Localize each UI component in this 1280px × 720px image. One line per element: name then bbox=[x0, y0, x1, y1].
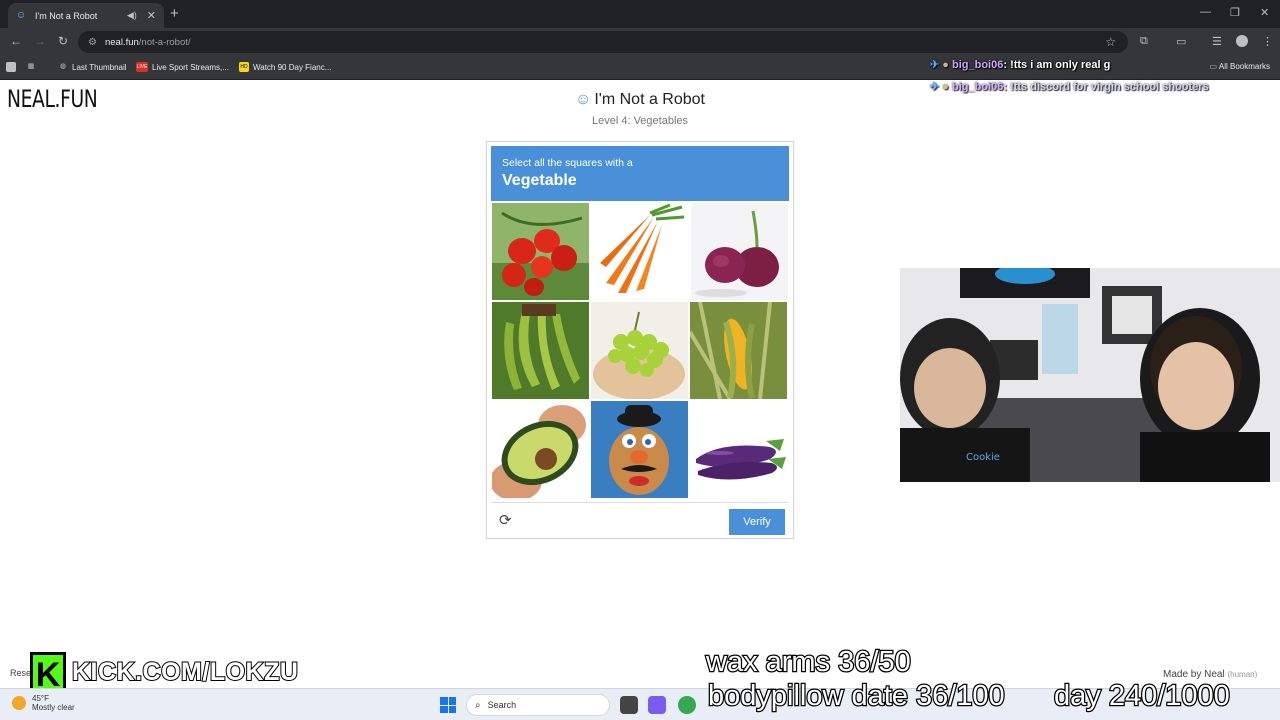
tile-red-onions[interactable] bbox=[691, 203, 788, 300]
kick-logo-icon: K bbox=[30, 652, 66, 694]
user-badge-icon: ● bbox=[942, 81, 949, 93]
pin-icon: ✈ bbox=[930, 59, 940, 71]
refresh-icon[interactable]: ⟳ bbox=[499, 513, 512, 528]
captcha-footer: ⟳ Verify bbox=[491, 502, 789, 536]
apps-grid-icon[interactable]: ▦ bbox=[26, 62, 40, 72]
search-icon: ⌕ bbox=[475, 699, 481, 711]
captcha-header: Select all the squares with a Vegetable bbox=[491, 146, 789, 201]
day-counter: day 240/1000 bbox=[1053, 679, 1231, 714]
captcha-grid bbox=[492, 203, 789, 500]
page-title: ☺ I'm Not a Robot bbox=[0, 91, 1280, 109]
weather-condition: Mostly clear bbox=[32, 703, 75, 712]
reload-icon[interactable]: ↻ bbox=[58, 34, 68, 48]
menu-kebab-icon[interactable]: ⋮ bbox=[1262, 35, 1273, 48]
tab-strip: ☺ I'm Not a Robot ◀) ✕ + — ❐ ✕ bbox=[0, 0, 1280, 28]
made-by-text: Made by Neal bbox=[1163, 669, 1225, 680]
kick-url: KICK.COM/LOKZU bbox=[71, 657, 299, 687]
cast-icon[interactable]: ▭ bbox=[1176, 35, 1186, 48]
tile-avocado[interactable] bbox=[492, 401, 589, 498]
address-bar[interactable]: ⚙ neal.fun/not-a-robot/ ☆ bbox=[78, 31, 1128, 53]
svg-text:Cookie: Cookie bbox=[966, 452, 1000, 463]
bookmark-label: Last Thumbnail bbox=[72, 62, 127, 72]
tile-corn[interactable] bbox=[690, 302, 787, 399]
bookmark-live-sport[interactable]: LIVE Live Sport Streams,... bbox=[136, 62, 229, 72]
active-tab[interactable]: ☺ I'm Not a Robot ◀) ✕ bbox=[8, 3, 164, 28]
taskbar-search-placeholder: Search bbox=[487, 700, 517, 710]
folder-icon: ▭ bbox=[1209, 62, 1219, 71]
robot-favicon-icon: ☺ bbox=[16, 10, 27, 21]
kick-banner: K KICK.COM/LOKZU bbox=[30, 652, 299, 694]
tile-tomatoes[interactable] bbox=[492, 203, 589, 300]
url-path: /not-a-robot/ bbox=[138, 36, 191, 48]
pin-icon: ✈ bbox=[930, 81, 940, 93]
taskbar-tooltip-label: Rese bbox=[10, 668, 32, 678]
chat-text: !tts i am only real g bbox=[1007, 59, 1111, 71]
reading-list-icon[interactable]: ☰ bbox=[1212, 35, 1222, 48]
window-close-icon[interactable]: ✕ bbox=[1260, 6, 1269, 19]
level-subtitle: Level 4: Vegetables bbox=[591, 115, 689, 127]
chat-message: ✈ ● big_boi06: !tts i am only real g bbox=[930, 59, 1111, 71]
captcha-widget: Select all the squares with a Vegetable bbox=[486, 141, 794, 539]
tab-title: I'm Not a Robot bbox=[35, 10, 98, 21]
bookmark-star-icon[interactable]: ☆ bbox=[1105, 35, 1116, 49]
tile-bananas[interactable] bbox=[492, 302, 589, 399]
bookmark-label: Watch 90 Day Fianc... bbox=[253, 62, 332, 72]
profile-avatar[interactable] bbox=[1236, 35, 1248, 47]
globe-icon: ◍ bbox=[59, 63, 67, 70]
webcam-overlay: Cookie bbox=[900, 268, 1280, 482]
taskbar-search[interactable]: ⌕ Search bbox=[466, 694, 610, 716]
new-tab-button[interactable]: + bbox=[170, 5, 179, 22]
verify-button[interactable]: Verify bbox=[729, 509, 785, 535]
minimize-icon[interactable]: — bbox=[1200, 6, 1211, 18]
speaker-icon[interactable]: ◀) bbox=[127, 10, 137, 21]
restore-icon[interactable]: ❐ bbox=[1230, 6, 1240, 19]
tile-carrots[interactable] bbox=[592, 203, 689, 300]
tile-mr-potato-head[interactable] bbox=[591, 401, 688, 498]
tab-search-icon[interactable] bbox=[6, 62, 20, 72]
bookmark-90-day[interactable]: HD Watch 90 Day Fianc... bbox=[239, 62, 331, 72]
browser-toolbar: ← → ↻ ⚙ neal.fun/not-a-robot/ ☆ ⧉ ▭ ☰ ⋮ bbox=[0, 28, 1280, 56]
captcha-target: Vegetable bbox=[502, 172, 577, 189]
tile-grapes[interactable] bbox=[591, 302, 688, 399]
back-arrow-icon[interactable]: ← bbox=[10, 34, 22, 48]
page-title-text: I'm Not a Robot bbox=[594, 91, 705, 108]
chat-message: ✈ ● big_boi06: !tts discord for virgin s… bbox=[930, 81, 1209, 93]
tab-close-icon[interactable]: ✕ bbox=[147, 9, 156, 22]
made-by-note: (human) bbox=[1227, 670, 1258, 679]
robot-icon: ☺ bbox=[575, 91, 592, 108]
chrome-icon[interactable] bbox=[678, 696, 696, 714]
live-icon: LIVE bbox=[136, 62, 148, 72]
weather-moon-icon bbox=[12, 696, 26, 710]
chat-username: big_boi06 bbox=[952, 81, 1004, 93]
copilot-icon[interactable] bbox=[648, 696, 666, 714]
start-button-icon[interactable] bbox=[440, 697, 456, 713]
url-host: neal.fun bbox=[104, 36, 139, 48]
weather-temp: 45°F bbox=[32, 694, 49, 703]
forward-arrow-icon[interactable]: → bbox=[34, 34, 46, 48]
chat-username: big_boi06 bbox=[952, 59, 1004, 71]
hd-icon: HD bbox=[239, 62, 249, 72]
site-info-icon[interactable]: ⚙ bbox=[88, 37, 97, 48]
wax-arms-counter: wax arms 36/50 bbox=[705, 645, 912, 680]
bodypillow-counter: bodypillow date 36/100 bbox=[707, 679, 1006, 714]
all-bookmarks-label: All Bookmarks bbox=[1218, 62, 1270, 71]
captcha-instruction: Select all the squares with a bbox=[502, 157, 633, 169]
weather-widget[interactable]: 45°F Mostly clear bbox=[12, 694, 75, 712]
task-view-icon[interactable] bbox=[620, 696, 638, 714]
chat-text: !tts discord for virgin school shooters bbox=[1007, 81, 1209, 93]
tile-eggplants[interactable] bbox=[690, 401, 787, 498]
bookmark-label: Live Sport Streams,... bbox=[152, 62, 229, 72]
user-badge-icon: ● bbox=[942, 59, 949, 71]
extensions-icon[interactable]: ⧉ bbox=[1140, 35, 1148, 48]
all-bookmarks[interactable]: ▭ All Bookmarks bbox=[1210, 62, 1270, 71]
bookmark-last-thumbnail[interactable]: ◍ Last Thumbnail bbox=[58, 62, 127, 72]
